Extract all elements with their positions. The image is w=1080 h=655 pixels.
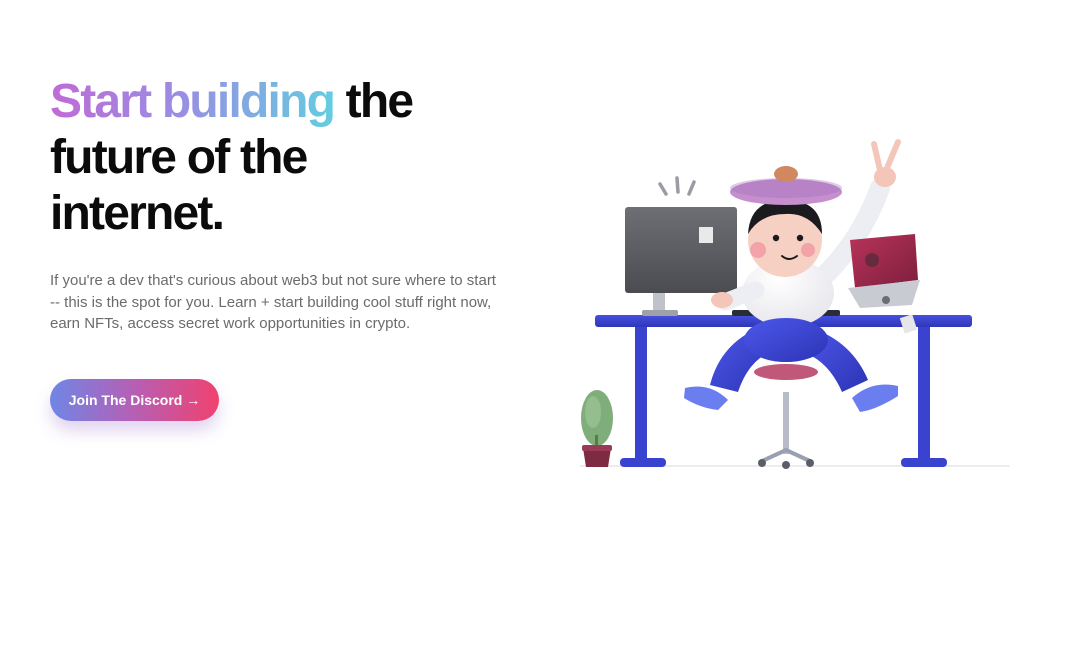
plant: [581, 390, 613, 467]
developer-at-desk-illustration: [580, 139, 1010, 469]
join-discord-button[interactable]: Join The Discord →: [50, 379, 219, 421]
laptop: [848, 234, 920, 308]
hero-text-block: Start building the future of the interne…: [50, 74, 520, 335]
headline-line2: future of the: [50, 131, 308, 184]
spark-lines: [658, 176, 696, 196]
headline-highlight: Start building: [50, 75, 336, 128]
hero-headline: Start building the future of the interne…: [50, 74, 520, 242]
office-chair: [754, 364, 818, 469]
headline-line1-rest: the: [334, 75, 414, 128]
hero-description: If you're a dev that's curious about web…: [50, 272, 496, 332]
headline-line3: internet.: [50, 187, 225, 240]
